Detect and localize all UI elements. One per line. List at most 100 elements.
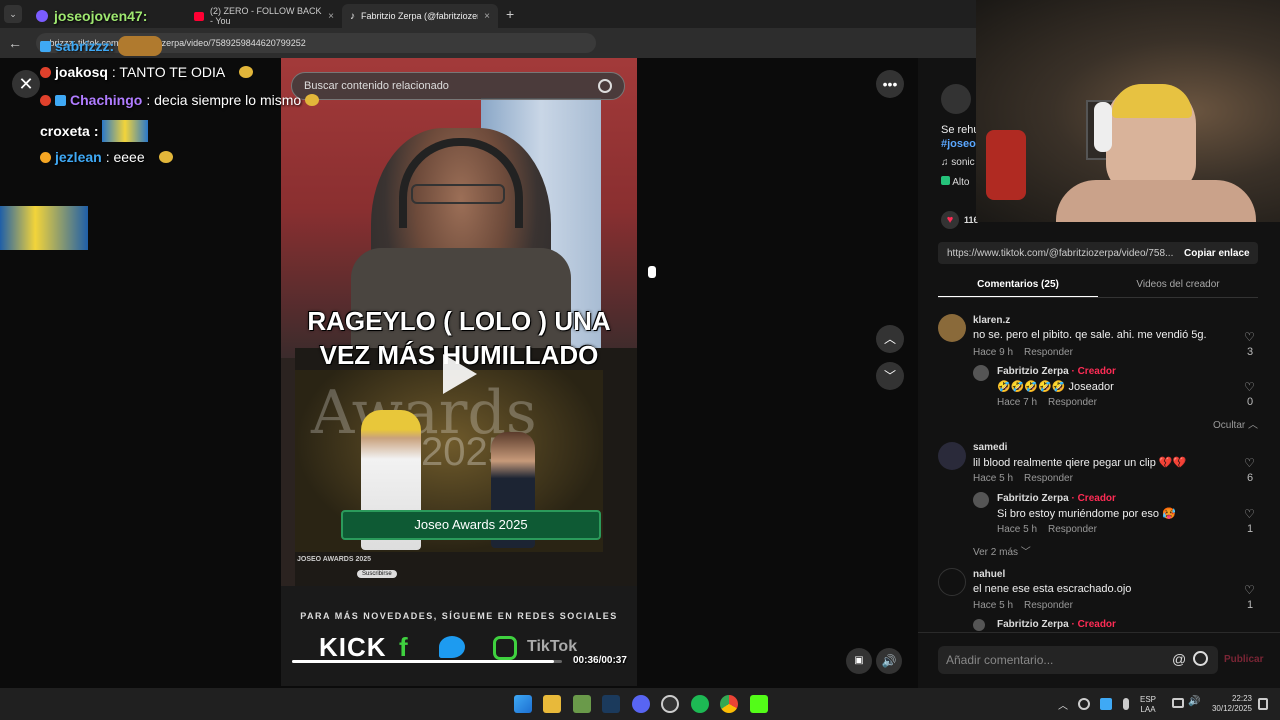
comment-text: 🤣🤣🤣🤣🤣 Joseador — [997, 381, 1114, 393]
comment-avatar[interactable] — [938, 314, 966, 342]
view-more-replies-button[interactable]: Ver 2 más ﹀ — [973, 543, 1031, 558]
tiktok-icon: ♪ — [350, 10, 355, 22]
comment-avatar[interactable] — [973, 619, 985, 631]
comment-like-count: 1 — [1246, 599, 1254, 611]
subscribe-chip: Suscribirse — [357, 570, 397, 578]
clock[interactable]: 22:23 30/12/2025 — [1206, 694, 1252, 714]
reply-button[interactable]: Responder — [1048, 397, 1097, 408]
tab-comments[interactable]: Comentarios (25) — [938, 279, 1098, 290]
obs-icon[interactable] — [661, 695, 679, 713]
tab-tiktok[interactable]: ♪ Fabritzio Zerpa (@fabritziozerp × — [342, 4, 498, 28]
quality-icon — [941, 176, 950, 185]
tab-youtube[interactable]: (2) ZERO - FOLLOW BACK - You × — [186, 4, 342, 28]
reply-button[interactable]: Responder — [1024, 347, 1073, 358]
view-more-label: Ver 2 más — [973, 547, 1019, 558]
tiktok-logo: TikTok — [527, 638, 578, 655]
reply-button[interactable]: Responder — [1024, 600, 1073, 611]
chat-message: : decia siempre lo mismo — [146, 92, 302, 108]
play-icon[interactable] — [443, 354, 477, 394]
video-progress-fill — [292, 660, 554, 663]
reply-button[interactable]: Responder — [1024, 473, 1073, 484]
chrome-icon[interactable] — [720, 695, 738, 713]
comment-text: Si bro estoy muriéndome por eso 🥵 — [997, 508, 1176, 520]
emoji-icon[interactable] — [1193, 651, 1208, 666]
search-input[interactable]: Buscar contenido relacionado — [291, 72, 625, 100]
comment-like-count: 1 — [1246, 523, 1254, 535]
copy-link-button[interactable]: Copiar enlace — [1184, 248, 1250, 259]
tab-list-button[interactable]: ⌄ — [4, 5, 22, 23]
tab-creator-videos[interactable]: Videos del creador — [1098, 279, 1258, 290]
close-tab-icon[interactable]: × — [484, 11, 490, 22]
tray-icon-2[interactable] — [1100, 698, 1112, 710]
lang-primary: ESP — [1140, 695, 1157, 704]
close-tab-icon[interactable]: × — [328, 11, 334, 22]
comment-user[interactable]: nahuel — [973, 569, 1005, 580]
comment-like-icon[interactable]: ♡ — [1244, 330, 1255, 344]
new-tab-button[interactable]: + — [506, 6, 514, 22]
comment-avatar[interactable] — [973, 365, 989, 381]
kick-icon[interactable] — [750, 695, 768, 713]
lang-secondary: LAA — [1140, 705, 1156, 714]
creator-avatar[interactable] — [941, 84, 971, 114]
search-icon[interactable] — [598, 79, 612, 93]
photo-app-icon[interactable] — [573, 695, 591, 713]
comment-user[interactable]: Fabritzio Zerpa — [997, 619, 1069, 630]
comment-avatar[interactable] — [973, 492, 989, 508]
comment-user[interactable]: samedi — [973, 442, 1007, 453]
next-video-icon[interactable]: ﹀ — [876, 362, 904, 390]
comment-user[interactable]: Fabritzio Zerpa — [997, 493, 1069, 504]
comment-avatar[interactable] — [938, 442, 966, 470]
facebook-icon: f — [399, 632, 408, 662]
comment-text: lil blood realmente qiere pegar un clip … — [973, 457, 1187, 469]
back-arrow-icon[interactable]: ← — [8, 35, 22, 51]
emote-icon — [158, 151, 173, 163]
video-player[interactable]: RAGEYLO ( LOLO ) UNA VEZ MÁS HUMILLADO A… — [281, 58, 637, 686]
comment-user[interactable]: Fabritzio Zerpa — [997, 366, 1069, 377]
comment-time: Hace 5 h — [997, 524, 1038, 535]
video-progress-bar[interactable] — [292, 660, 562, 663]
more-options-icon[interactable]: ••• — [876, 70, 904, 98]
pip-icon[interactable]: ▣ — [846, 648, 872, 674]
description-hashtag[interactable]: #joseo — [941, 138, 976, 150]
notification-icon[interactable] — [1258, 698, 1268, 710]
speaker-icon[interactable]: 🔊 — [1188, 696, 1200, 707]
sound-row[interactable]: ♫ sonic — [941, 157, 975, 168]
mention-icon[interactable]: @ — [1172, 651, 1186, 667]
reply-button[interactable]: Responder — [1048, 524, 1097, 535]
windows-start-icon[interactable] — [514, 695, 532, 713]
comment-avatar[interactable] — [938, 568, 966, 596]
steam-icon[interactable] — [602, 695, 620, 713]
comment-user[interactable]: klaren.z — [973, 315, 1010, 326]
like-button[interactable]: ♥ — [941, 211, 959, 229]
hide-replies-button[interactable]: Ocultar ︿ — [1213, 416, 1258, 431]
volume-icon[interactable]: 🔊 — [876, 648, 902, 674]
comment-like-icon[interactable]: ♡ — [1244, 380, 1255, 394]
video-time: 00:36/00:37 — [573, 655, 627, 666]
chat-badge-icon — [40, 151, 51, 163]
tray-chevron-icon[interactable]: ︿ — [1058, 697, 1068, 712]
spotify-icon[interactable] — [691, 695, 709, 713]
sound-name: sonic — [951, 157, 975, 168]
comment-like-icon[interactable]: ♡ — [1244, 507, 1255, 521]
webcam-headphones — [1094, 102, 1112, 152]
comment-like-icon[interactable]: ♡ — [1244, 456, 1255, 470]
tab-stream-chat[interactable]: joseojoven47: — [28, 4, 188, 28]
file-explorer-icon[interactable] — [543, 695, 561, 713]
emote-icon — [305, 94, 320, 106]
close-icon[interactable]: ✕ — [12, 70, 40, 98]
webcam-shoulders — [1056, 180, 1256, 222]
language-indicator[interactable]: ESP LAA — [1140, 695, 1156, 715]
publish-button[interactable]: Publicar — [1224, 654, 1263, 665]
chat-message: : eeee — [105, 149, 145, 165]
network-icon[interactable] — [1172, 698, 1184, 708]
discord-icon[interactable] — [632, 695, 650, 713]
twitter-icon — [439, 636, 465, 658]
glasses-icon — [411, 184, 505, 204]
tray-icon-1[interactable] — [1078, 698, 1090, 710]
comment-like-icon[interactable]: ♡ — [1244, 583, 1255, 597]
microphone-icon[interactable] — [1123, 698, 1129, 710]
comment-user-row: Fabritzio Zerpa · Creador — [997, 493, 1116, 504]
comment-time: Hace 5 h — [973, 600, 1014, 611]
comment-user-row: Fabritzio Zerpa · Creador — [997, 619, 1116, 631]
previous-video-icon[interactable]: ︿ — [876, 325, 904, 353]
